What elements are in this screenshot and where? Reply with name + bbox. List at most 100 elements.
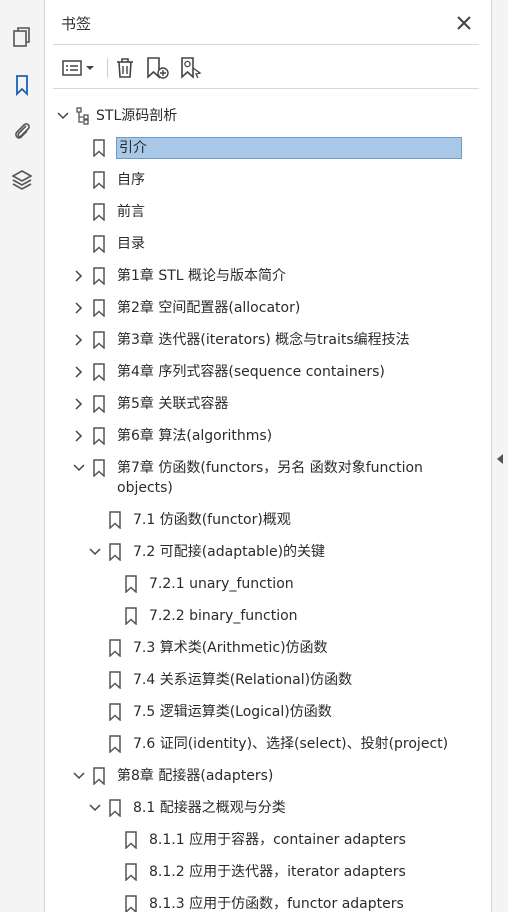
bookmark-icon bbox=[109, 735, 121, 753]
bookmark-label: 第1章 STL 概论与版本简介 bbox=[117, 268, 287, 284]
chevron-down-icon[interactable] bbox=[56, 109, 70, 123]
chevron-right-icon[interactable] bbox=[72, 333, 86, 347]
collapse-panel-icon[interactable] bbox=[496, 454, 504, 464]
bookmark-icon bbox=[109, 511, 121, 529]
bookmark-label: 7.2.2 binary_function bbox=[149, 608, 298, 624]
bookmark-label: 7.1 仿函数(functor)概观 bbox=[133, 512, 291, 528]
bookmark-icon bbox=[125, 607, 137, 625]
bookmark-row[interactable]: 7.1 仿函数(functor)概观 bbox=[45, 504, 469, 536]
bookmark-row[interactable]: STL源码剖析 bbox=[45, 100, 469, 132]
bookmark-label: 8.1.1 应用于容器，container adapters bbox=[149, 832, 406, 848]
chevron-right-icon[interactable] bbox=[72, 301, 86, 315]
bookmark-label: 第7章 仿函数(functors，另名 函数对象function objects… bbox=[117, 460, 423, 496]
bookmark-icon bbox=[93, 235, 105, 253]
toolbar-separator bbox=[107, 58, 108, 78]
close-icon[interactable] bbox=[453, 12, 475, 34]
bookmark-row[interactable]: 第1章 STL 概论与版本简介 bbox=[45, 260, 469, 292]
bookmark-row[interactable]: 第2章 空间配置器(allocator) bbox=[45, 292, 469, 324]
bookmark-icon bbox=[93, 203, 105, 221]
bookmark-label: 第4章 序列式容器(sequence containers) bbox=[117, 364, 385, 380]
bookmark-icon bbox=[93, 267, 105, 285]
bookmark-row[interactable]: 7.2.2 binary_function bbox=[45, 600, 469, 632]
bookmark-icon bbox=[125, 831, 137, 849]
bookmark-row[interactable]: 8.1 配接器之概观与分类 bbox=[45, 792, 469, 824]
bookmark-icon bbox=[93, 767, 105, 785]
options-icon[interactable] bbox=[59, 54, 99, 82]
bookmark-icon[interactable] bbox=[8, 71, 36, 99]
chevron-down-icon[interactable] bbox=[72, 461, 86, 475]
chevron-right-icon[interactable] bbox=[72, 269, 86, 283]
bookmark-label: 第8章 配接器(adapters) bbox=[117, 768, 274, 784]
bookmark-label: STL源码剖析 bbox=[96, 108, 178, 124]
bookmark-row[interactable]: 8.1.2 应用于迭代器，iterator adapters bbox=[45, 856, 469, 888]
bookmark-icon bbox=[125, 575, 137, 593]
bookmark-label: 8.1.2 应用于迭代器，iterator adapters bbox=[149, 864, 406, 880]
bookmark-icon bbox=[125, 895, 137, 912]
bookmark-icon bbox=[109, 543, 121, 561]
bookmark-label: 7.5 逻辑运算类(Logical)仿函数 bbox=[133, 704, 332, 720]
bookmark-icon bbox=[93, 395, 105, 413]
delete-icon[interactable] bbox=[111, 54, 139, 82]
bookmark-icon bbox=[93, 427, 105, 445]
bookmark-label: 目录 bbox=[117, 236, 145, 252]
chevron-down-icon[interactable] bbox=[88, 545, 102, 559]
layers-icon[interactable] bbox=[8, 165, 36, 193]
bookmark-row[interactable]: 第5章 关联式容器 bbox=[45, 388, 469, 420]
bookmark-icon bbox=[109, 799, 121, 817]
bookmark-row[interactable]: 前言 bbox=[45, 196, 469, 228]
bookmark-row-selected[interactable]: 引介 bbox=[45, 132, 469, 164]
panel-collapse-edge[interactable] bbox=[491, 0, 508, 912]
bookmark-tree: STL源码剖析引介自序前言目录第1章 STL 概论与版本简介 第2章 空间配置器(… bbox=[45, 96, 469, 912]
bookmark-row[interactable]: 第4章 序列式容器(sequence containers) bbox=[45, 356, 469, 388]
panel-title: 书签 bbox=[61, 15, 92, 33]
bookmark-row[interactable]: 第6章 算法(algorithms) bbox=[45, 420, 469, 452]
bookmark-label: 7.3 算术类(Arithmetic)仿函数 bbox=[133, 640, 328, 656]
navigation-rail bbox=[0, 0, 45, 912]
bookmark-row[interactable]: 第3章 迭代器(iterators) 概念与traits编程技法 bbox=[45, 324, 469, 356]
document-structure-icon bbox=[76, 107, 89, 125]
header-divider bbox=[53, 44, 479, 45]
bookmark-label: 7.6 证同(identity)、选择(select)、投射(project) bbox=[133, 736, 449, 752]
bookmark-row[interactable]: 7.2 可配接(adaptable)的关键 bbox=[45, 536, 469, 568]
toolbar-divider bbox=[53, 88, 479, 89]
bookmark-row[interactable]: 自序 bbox=[45, 164, 469, 196]
bookmark-row[interactable]: 7.2.1 unary_function bbox=[45, 568, 469, 600]
bookmark-label: 7.2.1 unary_function bbox=[149, 576, 294, 592]
chevron-down-icon[interactable] bbox=[88, 801, 102, 815]
pages-icon[interactable] bbox=[8, 24, 36, 52]
chevron-right-icon[interactable] bbox=[72, 397, 86, 411]
bookmark-icon bbox=[93, 299, 105, 317]
bookmark-icon bbox=[93, 363, 105, 381]
new-bookmark-icon[interactable] bbox=[143, 54, 171, 82]
bookmark-label: 自序 bbox=[117, 172, 145, 188]
bookmark-label: 7.2 可配接(adaptable)的关键 bbox=[133, 544, 326, 560]
bookmark-icon bbox=[109, 639, 121, 657]
bookmarks-toolbar bbox=[53, 50, 473, 86]
chevron-right-icon[interactable] bbox=[72, 365, 86, 379]
bookmark-row[interactable]: 目录 bbox=[45, 228, 469, 260]
bookmark-label: 引介 bbox=[116, 137, 462, 159]
chevron-right-icon[interactable] bbox=[72, 429, 86, 443]
bookmark-icon bbox=[93, 459, 105, 477]
bookmark-row[interactable]: 7.4 关系运算类(Relational)仿函数 bbox=[45, 664, 469, 696]
bookmark-icon bbox=[93, 171, 105, 189]
bookmark-label: 第3章 迭代器(iterators) 概念与traits编程技法 bbox=[117, 332, 410, 348]
bookmark-row[interactable]: 7.5 逻辑运算类(Logical)仿函数 bbox=[45, 696, 469, 728]
bookmark-label: 8.1.3 应用于仿函数，functor adapters bbox=[149, 896, 404, 912]
bookmark-label: 第5章 关联式容器 bbox=[117, 396, 229, 412]
attachment-icon[interactable] bbox=[8, 117, 36, 145]
bookmark-label: 前言 bbox=[117, 204, 145, 220]
new-bookmark-from-structure-icon[interactable] bbox=[177, 54, 205, 82]
bookmark-row[interactable]: 8.1.3 应用于仿函数，functor adapters bbox=[45, 888, 469, 912]
bookmark-label: 第6章 算法(algorithms) bbox=[117, 428, 273, 444]
bookmark-row[interactable]: 7.6 证同(identity)、选择(select)、投射(project) bbox=[45, 728, 469, 760]
chevron-down-icon[interactable] bbox=[72, 769, 86, 783]
bookmark-row[interactable]: 第7章 仿函数(functors，另名 函数对象function objects… bbox=[45, 452, 469, 504]
bookmark-icon bbox=[109, 703, 121, 721]
bookmark-label: 第2章 空间配置器(allocator) bbox=[117, 300, 301, 316]
bookmark-row[interactable]: 7.3 算术类(Arithmetic)仿函数 bbox=[45, 632, 469, 664]
bookmark-row[interactable]: 第8章 配接器(adapters) bbox=[45, 760, 469, 792]
bookmark-row[interactable]: 8.1.1 应用于容器，container adapters bbox=[45, 824, 469, 856]
bookmark-icon bbox=[93, 331, 105, 349]
bookmark-label: 8.1 配接器之概观与分类 bbox=[133, 800, 286, 816]
